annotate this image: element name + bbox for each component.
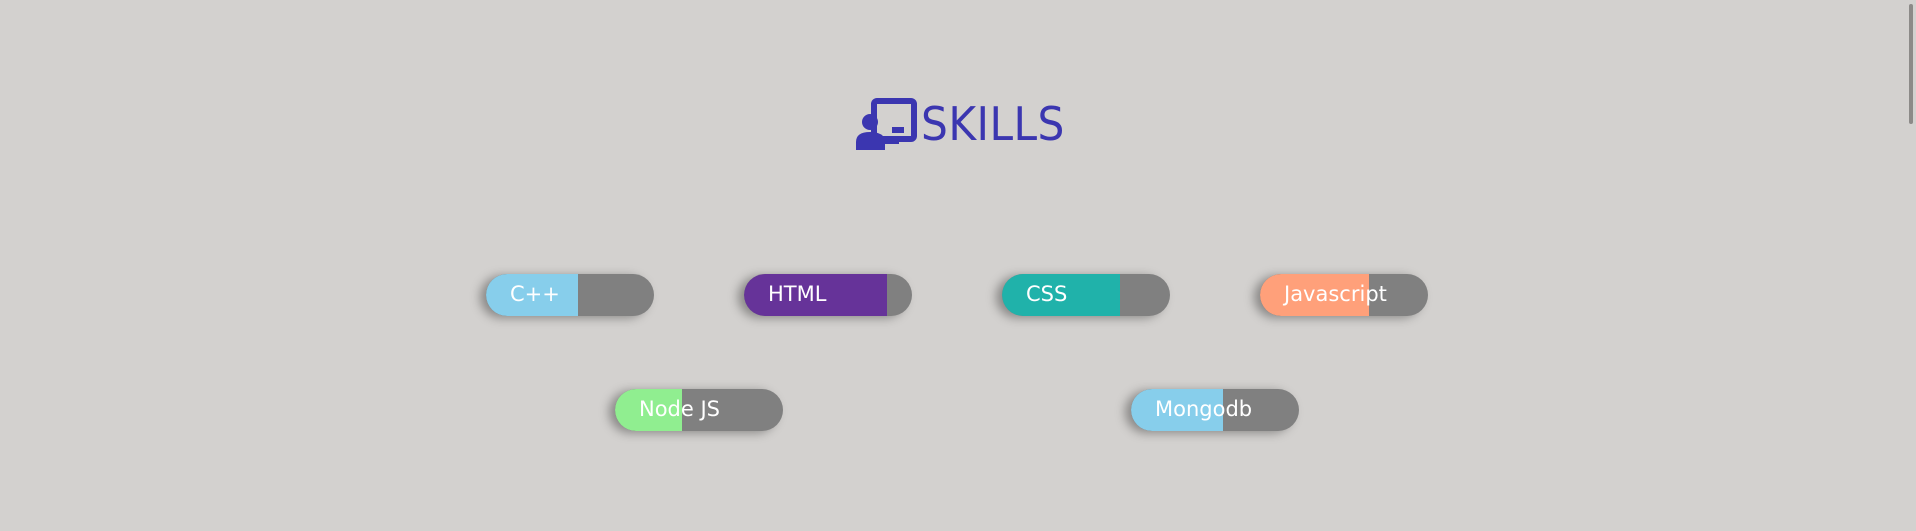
scrollbar-thumb[interactable] [1909,4,1913,124]
skill-label: CSS [1026,282,1068,306]
skill-label: Node JS [639,397,721,421]
skill-label: HTML [768,282,827,306]
skill-bar-css: CSS [1002,274,1170,316]
skill-bar-javascript: Javascript [1260,274,1428,316]
vertical-scrollbar[interactable] [1904,0,1916,531]
skill-label: C++ [510,282,560,306]
skill-bar-html: HTML [744,274,912,316]
skill-label: Javascript [1284,282,1387,306]
skill-bar-nodejs: Node JS [615,389,783,431]
skill-bar-cpp: C++ [486,274,654,316]
skill-label: Mongodb [1155,397,1253,421]
chalkboard-teacher-icon [856,98,917,150]
skill-bar-mongodb: Mongodb [1131,389,1299,431]
skills-page: SKILLS C++ HTML CSS Javascript Node JS M… [0,0,1916,531]
page-title: SKILLS [921,97,1065,151]
skills-heading: SKILLS [855,98,1077,150]
